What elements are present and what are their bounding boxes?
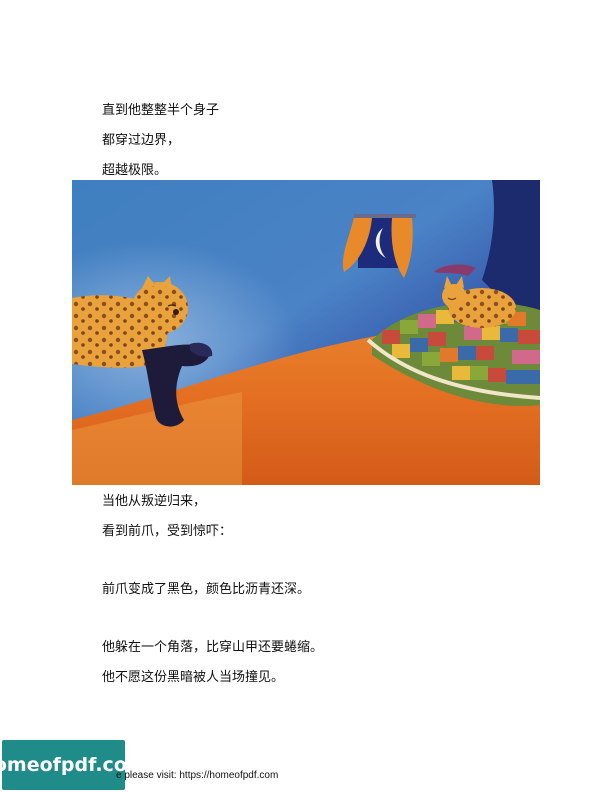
story-line-8: 他不愿这份黑暗被人当场撞见。 [102, 670, 285, 685]
footer-watermark-text: e please visit: https://homeofpdf.com [116, 770, 279, 781]
story-line-6: 前爪变成了黑色，颜色比沥青还深。 [102, 582, 311, 597]
homeofpdf-badge[interactable]: homeofpdf.com [0, 740, 147, 790]
story-line-3: 超越极限。 [102, 163, 168, 178]
story-line-2: 都穿过边界， [102, 133, 181, 148]
story-line-1: 直到他整整半个身子 [102, 103, 220, 118]
story-line-7: 他躲在一个角落，比穿山甲还要蜷缩。 [102, 640, 324, 655]
story-line-5: 看到前爪，受到惊吓： [102, 524, 233, 539]
story-line-4: 当他从叛逆归来， [102, 494, 207, 509]
story-illustration [72, 180, 540, 485]
